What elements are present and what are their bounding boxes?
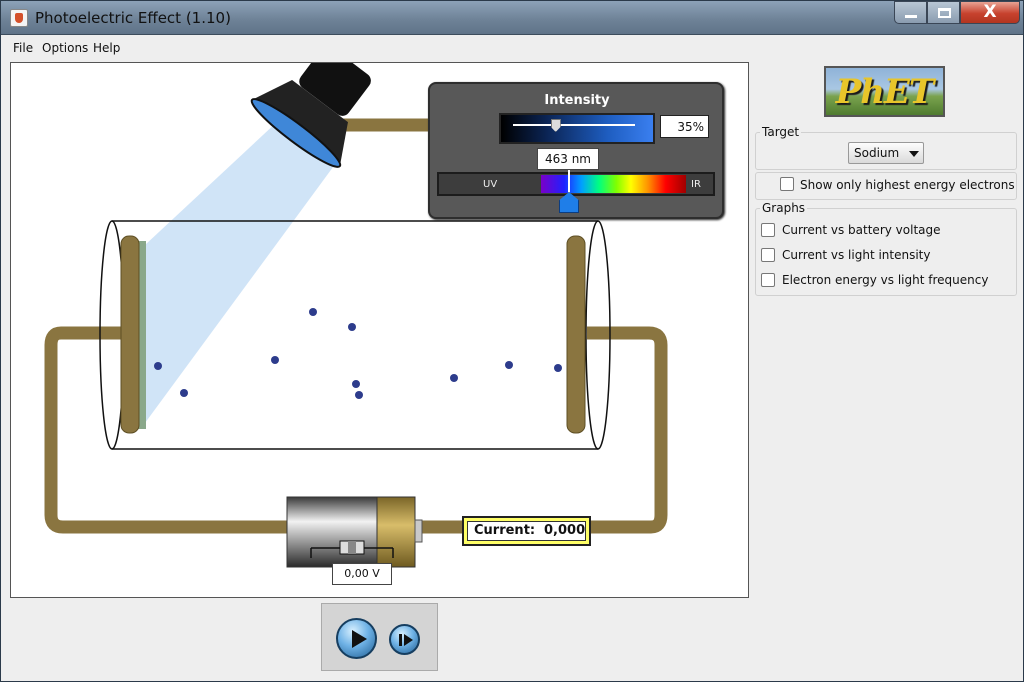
wavelength-marker bbox=[568, 170, 570, 194]
electron bbox=[154, 362, 162, 370]
current-meter: Current: 0,000 bbox=[462, 516, 591, 546]
wavelength-slider[interactable]: UV IR bbox=[437, 172, 715, 196]
ir-label: IR bbox=[691, 179, 701, 190]
uv-label: UV bbox=[483, 179, 498, 190]
wavelength-value-field[interactable]: 463 nm bbox=[537, 148, 599, 170]
minimize-icon bbox=[905, 15, 917, 18]
target-label: Target bbox=[760, 125, 802, 139]
graph-current-vs-voltage-checkbox[interactable] bbox=[761, 223, 775, 237]
target-dropdown[interactable]: Sodium bbox=[848, 142, 924, 164]
spectrum-band bbox=[541, 175, 686, 193]
chevron-down-icon bbox=[909, 151, 919, 157]
electron bbox=[554, 364, 562, 372]
intensity-slider-thumb[interactable] bbox=[550, 119, 561, 132]
menu-bar: File Options Help bbox=[1, 37, 1023, 59]
target-selected-value: Sodium bbox=[854, 146, 900, 160]
electron bbox=[180, 389, 188, 397]
title-bar[interactable]: Photoelectric Effect (1.10) X bbox=[1, 1, 1023, 35]
maximize-button[interactable] bbox=[927, 1, 960, 24]
graph-current-vs-voltage-label[interactable]: Current vs battery voltage bbox=[782, 223, 941, 237]
highest-energy-checkbox[interactable] bbox=[780, 177, 794, 191]
phet-logo[interactable]: PhET bbox=[824, 66, 945, 117]
intensity-value-field[interactable]: 35% bbox=[660, 115, 709, 138]
battery-voltage-value[interactable]: 0,00 V bbox=[332, 563, 392, 585]
target-group: Target Sodium bbox=[755, 125, 1017, 170]
left-electrode bbox=[120, 235, 140, 434]
light-control-panel: Intensity 35% 463 nm UV IR bbox=[428, 82, 724, 219]
highest-energy-label[interactable]: Show only highest energy electrons bbox=[800, 178, 1015, 192]
current-label: Current: bbox=[474, 523, 536, 538]
application-window: Photoelectric Effect (1.10) X File Optio… bbox=[0, 0, 1024, 682]
graph-current-vs-intensity-label[interactable]: Current vs light intensity bbox=[782, 248, 931, 262]
close-icon: X bbox=[983, 2, 997, 22]
graph-energy-vs-frequency-label[interactable]: Electron energy vs light frequency bbox=[782, 273, 988, 287]
current-value: 0,000 bbox=[544, 523, 586, 538]
clock-controls bbox=[321, 603, 438, 671]
graph-current-vs-intensity-checkbox[interactable] bbox=[761, 248, 775, 262]
light-beam bbox=[145, 121, 336, 423]
play-icon bbox=[352, 630, 367, 648]
maximize-icon bbox=[938, 8, 951, 18]
close-button[interactable]: X bbox=[960, 1, 1020, 24]
play-button[interactable] bbox=[336, 618, 377, 659]
graphs-group: Graphs Current vs battery voltage Curren… bbox=[755, 201, 1017, 296]
battery-icon[interactable] bbox=[286, 496, 423, 568]
electron bbox=[505, 361, 513, 369]
electron bbox=[309, 308, 317, 316]
window-title: Photoelectric Effect (1.10) bbox=[35, 9, 231, 27]
control-panel: PhET Target Sodium Show only highest ene… bbox=[752, 62, 1022, 674]
menu-file[interactable]: File bbox=[13, 41, 33, 55]
java-icon bbox=[10, 9, 28, 27]
electron bbox=[355, 391, 363, 399]
electron bbox=[352, 380, 360, 388]
electron bbox=[348, 323, 356, 331]
highest-energy-group: Show only highest energy electrons bbox=[755, 172, 1017, 200]
intensity-slider-track bbox=[513, 124, 635, 126]
electron bbox=[271, 356, 279, 364]
step-forward-icon bbox=[399, 634, 402, 646]
menu-options[interactable]: Options bbox=[42, 41, 88, 55]
graph-energy-vs-frequency-checkbox[interactable] bbox=[761, 273, 775, 287]
intensity-slider[interactable] bbox=[499, 113, 655, 144]
electron bbox=[450, 374, 458, 382]
minimize-button[interactable] bbox=[894, 1, 927, 24]
right-electrode bbox=[566, 235, 586, 434]
step-button[interactable] bbox=[389, 624, 420, 655]
intensity-label: Intensity bbox=[544, 93, 610, 108]
graphs-label: Graphs bbox=[760, 201, 808, 215]
menu-help[interactable]: Help bbox=[93, 41, 120, 55]
simulation-canvas[interactable]: Current: 0,000 0,00 V Intensity 35% 463 … bbox=[10, 62, 749, 598]
